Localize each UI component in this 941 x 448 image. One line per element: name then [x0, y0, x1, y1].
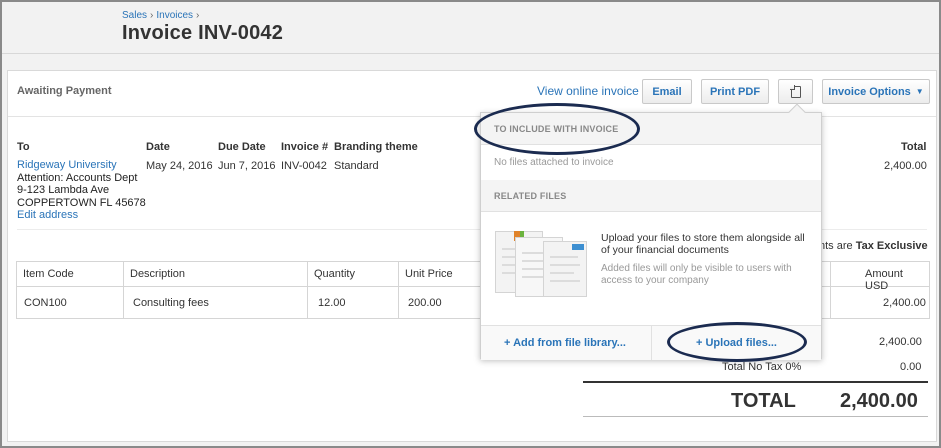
column-divider — [123, 262, 124, 318]
chevron-down-icon: ▼ — [915, 87, 924, 96]
cell-item-code: CON100 — [24, 297, 67, 309]
address-line: 9-123 Lambda Ave — [17, 184, 110, 196]
total-label: Total — [901, 141, 927, 153]
action-divider — [651, 326, 652, 360]
print-pdf-button[interactable]: Print PDF — [701, 79, 769, 104]
column-divider — [307, 262, 308, 318]
branding-theme: Standard — [334, 160, 379, 172]
tax-note-prefix: nts are — [819, 240, 853, 252]
due-date: Jun 7, 2016 — [218, 160, 276, 172]
total-underline — [583, 416, 928, 417]
cell-quantity: 12.00 — [318, 297, 346, 309]
tax-note: nts are Tax Exclusive — [819, 240, 928, 252]
email-button[interactable]: Email — [642, 79, 692, 104]
recipient-name-link[interactable]: Ridgeway University — [17, 159, 146, 172]
upload-description: Upload your files to store them alongsid… — [601, 232, 805, 256]
column-divider — [830, 262, 831, 318]
grand-total-label: TOTAL — [731, 390, 796, 412]
header-unit-price: Unit Price — [405, 268, 453, 280]
edit-address-link[interactable]: Edit address — [17, 209, 146, 222]
highlight-annotation — [667, 322, 807, 362]
header-amount: Amount USD — [865, 268, 903, 292]
tax-label: Total No Tax 0% — [722, 361, 802, 373]
header-description: Description — [130, 268, 186, 280]
tax-mode[interactable]: Tax Exclusive — [856, 240, 928, 252]
to-label: To — [17, 141, 30, 153]
subtotal-value: 2,400.00 — [879, 336, 922, 348]
breadcrumb-separator: › — [150, 10, 154, 21]
header-quantity: Quantity — [314, 268, 355, 280]
invoice-total: 2,400.00 — [884, 160, 927, 172]
document-icon — [543, 241, 587, 297]
address-line: Attention: Accounts Dept — [17, 171, 138, 184]
page-title: Invoice INV-0042 — [122, 22, 284, 44]
date-label: Date — [146, 141, 170, 153]
documents-illustration — [493, 227, 588, 299]
due-date-label: Due Date — [218, 141, 266, 153]
cell-unit-price: 200.00 — [408, 297, 442, 309]
address-line: COPPERTOWN FL 45678 — [17, 196, 146, 209]
breadcrumb: Sales › Invoices › — [122, 10, 202, 21]
invoice-number-label: Invoice # — [281, 141, 329, 153]
highlight-annotation — [474, 103, 640, 155]
no-files-message: No files attached to invoice — [494, 157, 614, 168]
breadcrumb-separator: › — [196, 10, 200, 21]
status-label: Awaiting Payment — [17, 85, 112, 97]
recipient-address: Ridgeway University Attention: Accounts … — [17, 159, 146, 222]
upload-visibility-note: Added files will only be visible to user… — [601, 263, 792, 286]
cell-amount: 2,400.00 — [883, 297, 926, 309]
cell-description: Consulting fees — [133, 297, 209, 309]
add-from-file-library-button[interactable]: + Add from file library... — [504, 337, 626, 349]
tax-value: 0.00 — [900, 361, 922, 373]
invoice-number: INV-0042 — [281, 160, 327, 172]
page-header: Sales › Invoices › Invoice INV-0042 — [2, 2, 939, 54]
header-item-code: Item Code — [23, 268, 74, 280]
breadcrumb-sales[interactable]: Sales — [122, 10, 147, 21]
view-online-invoice-link[interactable]: View online invoice — [537, 84, 639, 98]
branding-theme-label: Branding theme — [334, 141, 418, 153]
invoice-options-label: Invoice Options — [828, 85, 911, 98]
invoice-options-button[interactable]: Invoice Options ▼ — [822, 79, 930, 104]
attachment-icon — [789, 84, 801, 98]
related-files-title: RELATED FILES — [494, 191, 567, 201]
grand-total-value: 2,400.00 — [840, 390, 918, 412]
related-files-header: RELATED FILES — [481, 180, 821, 212]
attach-files-button[interactable] — [778, 79, 813, 104]
breadcrumb-invoices[interactable]: Invoices — [156, 10, 193, 21]
total-divider — [583, 381, 928, 383]
invoice-date: May 24, 2016 — [146, 160, 213, 172]
column-divider — [398, 262, 399, 318]
